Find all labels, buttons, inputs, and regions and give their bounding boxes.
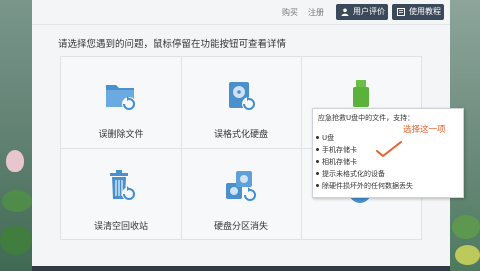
register-link[interactable]: 注册: [308, 7, 324, 18]
option-deleted-files[interactable]: 误删除文件: [61, 57, 181, 149]
bottom-bar: [32, 266, 450, 271]
option-label: 硬盘分区消失: [213, 222, 268, 232]
option-formatted-disk[interactable]: 误格式化硬盘: [181, 57, 301, 149]
lily-pad: [455, 245, 480, 265]
user-review-button[interactable]: 用户评价: [336, 4, 388, 20]
lily-pad: [0, 225, 32, 255]
lily-pad: [452, 215, 480, 239]
option-label: 误清空回收站: [93, 222, 148, 232]
option-label: 误格式化硬盘: [213, 130, 268, 140]
tooltip-item: 相机存储卡: [316, 158, 357, 166]
lotus-flower: [6, 150, 24, 172]
partition-recover-icon: [226, 171, 257, 202]
top-bar: 购买 注册 用户评价 使用教程: [32, 0, 450, 25]
recycle-bin-icon: [110, 170, 136, 201]
user-icon: [341, 8, 349, 16]
check-annotation-icon: [376, 141, 402, 157]
lily-pad: [2, 190, 32, 212]
page-headline: 请选择您遇到的问题，鼠标停留在功能按钮可查看详情: [58, 39, 287, 50]
tooltip-item: 除硬件损坏外的任何数据丢失: [316, 182, 413, 190]
tooltip-item: U盘: [315, 134, 335, 142]
folder-recover-icon: [106, 85, 136, 111]
user-review-label: 用户评价: [353, 7, 385, 16]
annotation-text: 选择这一项: [403, 125, 446, 135]
option-label: 误删除文件: [98, 130, 144, 140]
tutorial-button[interactable]: 使用教程: [392, 4, 444, 20]
book-icon: [397, 8, 405, 16]
usb-option-tooltip: 应急抢救U盘中的文件，支持： U盘 手机存储卡 相机存储卡 提示未格式化的设备 …: [312, 108, 464, 198]
app-window: 购买 注册 用户评价 使用教程 请选择您遇到的问题，鼠标停留在功能按钮可查看详情: [32, 0, 464, 266]
option-lost-partition[interactable]: 硬盘分区消失: [181, 149, 301, 241]
tooltip-item: 手机存储卡: [316, 146, 357, 154]
usb-recover-icon: [353, 80, 369, 107]
tooltip-title: 应急抢救U盘中的文件，支持：: [318, 114, 415, 122]
tooltip-item: 提示未格式化的设备: [316, 170, 385, 178]
buy-link[interactable]: 购买: [282, 7, 298, 18]
option-emptied-recycle-bin[interactable]: 误清空回收站: [61, 149, 181, 241]
tutorial-label: 使用教程: [409, 7, 441, 16]
harddisk-recover-icon: [229, 82, 256, 111]
